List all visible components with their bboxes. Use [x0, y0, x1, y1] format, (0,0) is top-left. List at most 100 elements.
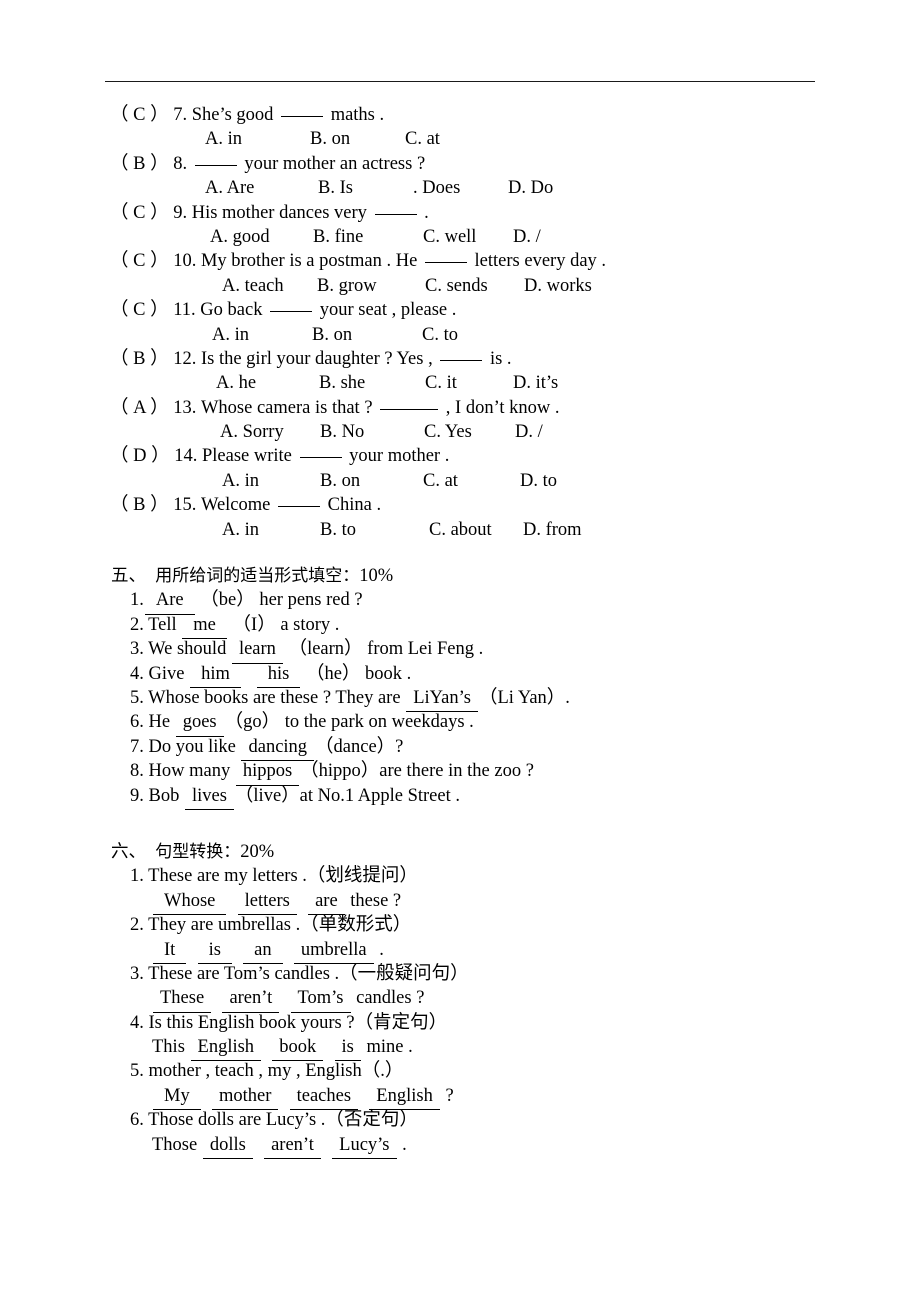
answer-blank-filled[interactable]: My	[153, 1084, 201, 1111]
mcq-option[interactable]: C. at	[423, 469, 458, 493]
question-blank[interactable]	[270, 311, 313, 313]
mcq-option[interactable]: D. it’s	[513, 371, 558, 395]
answer-key[interactable]: （ B ）	[110, 154, 169, 174]
mcq-option[interactable]: D. works	[524, 274, 592, 298]
mcq-option[interactable]: A. good	[210, 225, 270, 249]
mcq-option[interactable]: A. in	[212, 323, 249, 347]
question-blank[interactable]	[374, 213, 417, 215]
answer-blank-filled[interactable]: book	[272, 1035, 324, 1062]
answer-key[interactable]: （ B ）	[110, 349, 169, 369]
answer-blank-filled[interactable]: is	[197, 938, 232, 964]
mcq-option[interactable]: A. in	[222, 469, 259, 493]
mcq-option[interactable]: D. /	[515, 420, 543, 444]
question-blank[interactable]	[281, 116, 324, 117]
mcq-option[interactable]: A. in	[222, 518, 259, 542]
answer-key[interactable]: （ C ）	[110, 105, 169, 125]
mcq-option[interactable]: B. on	[312, 323, 352, 347]
question-number: 15.	[168, 495, 201, 516]
answer-blank-filled[interactable]: Tom’s	[290, 986, 351, 1013]
question-stem-after: letters every day .	[469, 251, 607, 272]
mcq-option[interactable]: . Does	[413, 176, 460, 200]
mcq-option[interactable]: B. she	[319, 371, 365, 395]
mcq-option[interactable]: A. teach	[222, 274, 284, 298]
answer-blank-filled[interactable]: letters	[237, 889, 297, 916]
mcq-option[interactable]: C. at	[405, 127, 440, 151]
question-stem-before: Welcome	[200, 495, 275, 516]
mcq-option[interactable]: A. Are	[205, 176, 254, 200]
answer-blank-filled[interactable]: Lucy’s	[332, 1133, 397, 1160]
mcq-option[interactable]: B. No	[320, 420, 364, 444]
answer-blank-filled[interactable]: me	[182, 613, 227, 640]
section-five: 五、 用所给词的适当形式填空：10% 1. Are （be） her pens re…	[0, 542, 920, 810]
fill-in-item: 2. Tell me （I） a story .	[0, 613, 920, 640]
answer-blank-filled[interactable]: hippos	[235, 759, 300, 786]
answer-key[interactable]: （ A ）	[110, 398, 169, 418]
section-number: 六、	[111, 841, 146, 862]
answer-blank-filled[interactable]: lives	[184, 784, 234, 810]
mcq-option[interactable]: D. from	[523, 518, 582, 542]
mcq-option[interactable]: C. well	[423, 225, 476, 249]
answer-key[interactable]: （ C ）	[110, 203, 169, 223]
mcq-option[interactable]: B. on	[310, 127, 350, 151]
answer-blank-filled[interactable]: English	[190, 1035, 262, 1062]
question-blank[interactable]	[194, 164, 237, 166]
question-blank[interactable]	[299, 457, 342, 459]
section-number: 五、	[111, 566, 146, 587]
mcq-option[interactable]: C. it	[425, 371, 457, 395]
question-stem-after: , I don’t know .	[441, 397, 560, 418]
fill-in-item: 9. Bob lives （live）at No.1 Apple Street .	[0, 784, 920, 810]
mcq-options-line: A. Sorry B. No C. Yes D. /	[0, 420, 920, 444]
answer-blank-filled[interactable]: aren’t	[264, 1133, 321, 1160]
answer-blank-filled[interactable]: teaches	[289, 1084, 359, 1111]
answer-blank-filled[interactable]: English	[369, 1084, 440, 1111]
mcq-option[interactable]: A. in	[205, 127, 242, 151]
answer-key[interactable]: （ C ）	[110, 300, 169, 320]
answer-blank-filled[interactable]: LiYan’s	[406, 686, 478, 713]
mcq-option[interactable]: D. Do	[508, 176, 553, 200]
mcq-option[interactable]: D. /	[513, 225, 541, 249]
mcq-option[interactable]: D. to	[520, 469, 557, 493]
mcq-option[interactable]: C. Yes	[424, 420, 472, 444]
question-blank[interactable]	[278, 506, 320, 508]
mcq-option[interactable]: B. Is	[318, 176, 353, 200]
answer-blank-filled[interactable]: is	[334, 1035, 361, 1062]
question-blank[interactable]	[380, 408, 439, 410]
item-number: 8.	[130, 761, 144, 782]
mcq-option[interactable]: C. to	[422, 323, 458, 347]
mcq-option[interactable]: B. grow	[317, 274, 377, 298]
answer-blank-filled[interactable]: It	[153, 938, 187, 964]
answer-blank-filled[interactable]: learn	[231, 637, 283, 664]
answer-key[interactable]: （ C ）	[110, 251, 169, 271]
answer-blank-filled[interactable]: aren’t	[222, 986, 280, 1013]
static-text: How many	[143, 761, 235, 782]
answer-blank-filled[interactable]: goes	[175, 710, 224, 737]
static-text	[279, 1086, 288, 1106]
mcq-option[interactable]: A. he	[216, 371, 256, 395]
question-stem-before: Is the girl your daughter ? Yes ,	[200, 348, 438, 369]
mcq-option[interactable]: A. Sorry	[220, 420, 284, 444]
answer-key[interactable]: （ B ）	[110, 495, 169, 515]
answer-blank-filled[interactable]: dancing	[241, 735, 315, 762]
mcq-option[interactable]: B. fine	[313, 225, 363, 249]
question-number: 9.	[168, 202, 192, 223]
transform-item-answer: It is an umbrella .	[0, 938, 920, 964]
answer-blank-filled[interactable]: Whose	[153, 889, 227, 916]
answer-blank-filled[interactable]: mother	[211, 1084, 279, 1111]
answer-blank-filled[interactable]: umbrella	[293, 938, 374, 964]
answer-blank-filled[interactable]: him	[190, 662, 241, 688]
mcq-option[interactable]: B. on	[320, 469, 360, 493]
answer-blank-filled[interactable]: dolls	[202, 1133, 253, 1160]
question-blank[interactable]	[424, 262, 467, 264]
static-text: （hippo）are there in the zoo ?	[300, 761, 534, 782]
answer-key[interactable]: （ D ）	[110, 446, 170, 466]
mcq-option[interactable]: B. to	[320, 518, 356, 542]
answer-blank-filled[interactable]: an	[243, 938, 283, 964]
mcq-option[interactable]: C. sends	[425, 274, 488, 298]
answer-blank-filled[interactable]: his	[256, 662, 301, 688]
mcq-option[interactable]: C. about	[429, 518, 492, 542]
answer-blank-filled[interactable]: are	[308, 889, 345, 916]
question-blank[interactable]	[440, 359, 483, 361]
answer-blank-filled[interactable]: These	[153, 986, 212, 1013]
answer-blank-filled[interactable]: Are	[144, 588, 195, 615]
